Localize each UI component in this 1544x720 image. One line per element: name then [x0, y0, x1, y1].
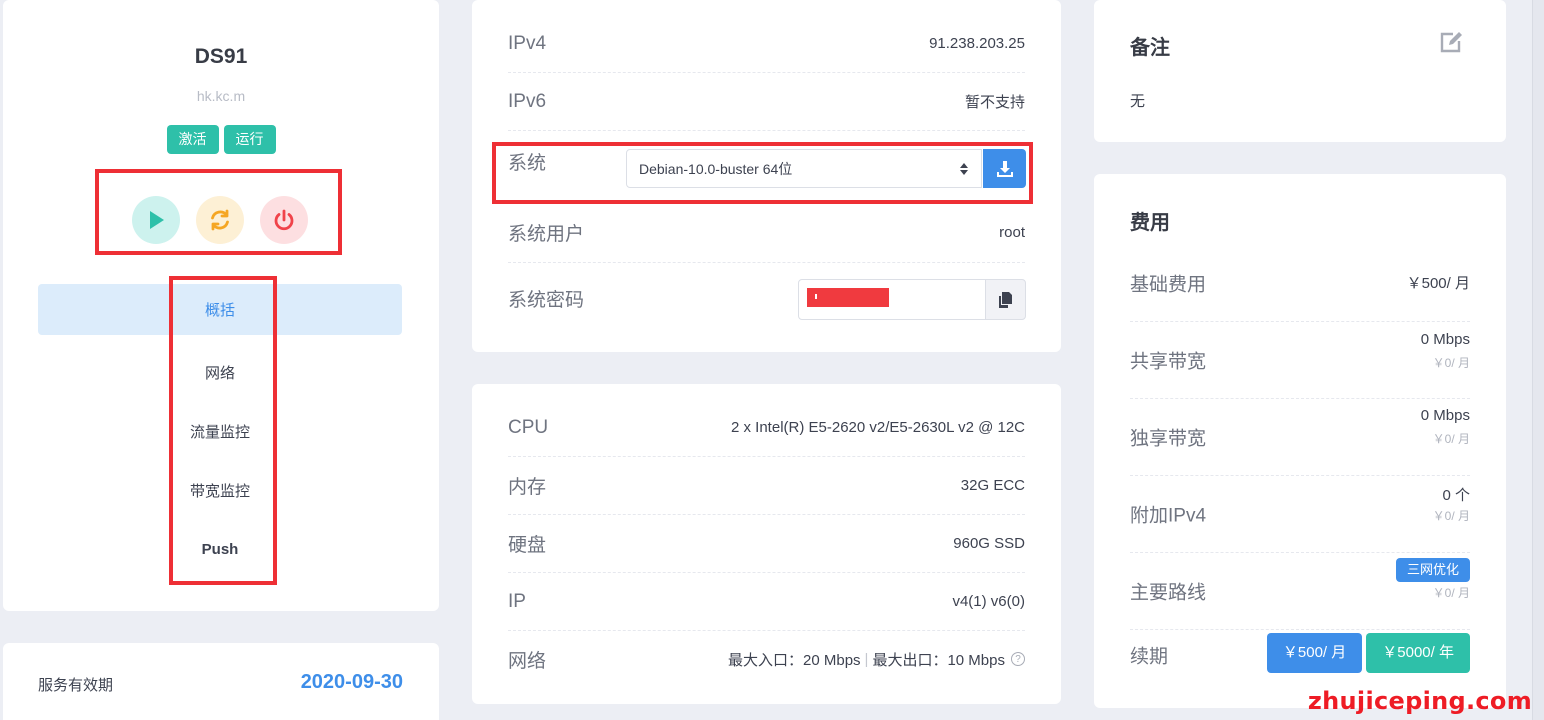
edit-icon[interactable] — [1440, 31, 1464, 53]
copy-password-button[interactable] — [985, 279, 1026, 320]
route-badge: 三网优化 — [1395, 558, 1470, 582]
ip-row: IP v4(1) v6(0) — [508, 573, 1025, 631]
base-fee-label: 基础费用 — [1130, 274, 1207, 296]
renew-label: 续期 — [1130, 646, 1169, 667]
base-fee-value: ￥500/ 月 — [1406, 275, 1470, 292]
status-badges: 激活 运行 — [3, 125, 439, 154]
network-out: 最大出口：10 Mbps — [872, 651, 1005, 669]
route-label: 主要路线 — [1130, 582, 1207, 604]
highlight-menu — [169, 276, 277, 585]
disk-value: 960G SSD — [953, 535, 1025, 552]
highlight-os-select — [492, 142, 1033, 204]
password-field[interactable] — [798, 279, 986, 320]
renew-buttons: ￥500/ 月 ￥5000/ 年 — [1266, 633, 1470, 673]
shared-bandwidth-value: 0 Mbps — [1420, 331, 1470, 348]
dedicated-bandwidth-value: 0 Mbps — [1420, 407, 1470, 424]
shared-bandwidth-row: 共享带宽 0 Mbps ￥0/ 月 — [1130, 322, 1470, 399]
fee-title: 费用 — [1130, 212, 1170, 234]
status-badge-running: 运行 — [223, 125, 276, 154]
network-value: 最大入口：20 Mbps | 最大出口：10 Mbps ? — [728, 649, 1025, 670]
network-label: 网络 — [508, 650, 547, 672]
network-in: 最大入口：20 Mbps — [728, 651, 861, 669]
password-label: 系统密码 — [508, 289, 585, 311]
watermark: zhujiceping.com — [1307, 687, 1532, 715]
server-host: hk.kc.m — [196, 88, 246, 104]
base-fee-row: 基础费用 ￥500/ 月 — [1130, 245, 1470, 322]
expire-date: 2020-09-30 — [300, 671, 403, 693]
hardware-card: CPU 2 x Intel(R) E5-2620 v2/E5-2630L v2 … — [472, 384, 1061, 704]
note-title: 备注 — [1130, 37, 1170, 59]
status-badge-activated: 激活 — [166, 125, 219, 154]
password-redaction — [807, 288, 889, 307]
renew-month-button[interactable]: ￥500/ 月 — [1266, 633, 1363, 673]
note-card: 备注 无 — [1094, 0, 1506, 142]
dedicated-bandwidth-row: 独享带宽 0 Mbps ￥0/ 月 — [1130, 399, 1470, 476]
user-label: 系统用户 — [508, 224, 585, 245]
memory-value: 32G ECC — [960, 477, 1025, 494]
ipv6-label: IPv6 — [508, 90, 547, 112]
route-price: ￥0/ 月 — [1432, 586, 1470, 600]
dedicated-bandwidth-label: 独享带宽 — [1130, 428, 1207, 450]
network-separator: | — [864, 650, 869, 668]
memory-row: 内存 32G ECC — [508, 457, 1025, 515]
ipv6-value: 暂不支持 — [964, 94, 1025, 111]
dedicated-bandwidth-price: ￥0/ 月 — [1432, 432, 1470, 446]
fee-card: 费用 基础费用 ￥500/ 月 共享带宽 0 Mbps ￥0/ 月 独享带宽 0… — [1094, 174, 1506, 708]
server-name: DS91 — [194, 45, 248, 68]
shared-bandwidth-label: 共享带宽 — [1130, 351, 1207, 373]
user-value: root — [999, 224, 1025, 241]
disk-label: 硬盘 — [508, 535, 547, 556]
cpu-label: CPU — [508, 416, 549, 438]
expire-card: 服务有效期 2020-09-30 — [3, 643, 439, 720]
shared-bandwidth-price: ￥0/ 月 — [1432, 356, 1470, 370]
copy-icon — [999, 291, 1012, 308]
user-row: 系统用户 root — [508, 203, 1025, 263]
scrollbar-track[interactable] — [1532, 0, 1544, 720]
ipv4-label: IPv4 — [508, 32, 547, 54]
extra-ipv4-price: ￥0/ 月 — [1432, 509, 1470, 523]
ip-label: IP — [508, 590, 526, 612]
ipv4-row: IPv4 91.238.203.25 — [508, 15, 1025, 73]
highlight-power-controls — [95, 169, 342, 255]
expire-label: 服务有效期 — [38, 677, 114, 694]
memory-label: 内存 — [508, 477, 547, 498]
cpu-row: CPU 2 x Intel(R) E5-2620 v2/E5-2630L v2 … — [508, 399, 1025, 457]
cpu-value: 2 x Intel(R) E5-2620 v2/E5-2630L v2 @ 12… — [731, 419, 1025, 436]
note-text: 无 — [1130, 93, 1146, 110]
extra-ipv4-row: 附加IPv4 0 个 ￥0/ 月 — [1130, 476, 1470, 553]
network-row: 网络 最大入口：20 Mbps | 最大出口：10 Mbps ? — [508, 631, 1025, 687]
disk-row: 硬盘 960G SSD — [508, 515, 1025, 573]
renew-row: 续期 ￥500/ 月 ￥5000/ 年 — [1130, 616, 1470, 693]
extra-ipv4-value: 0 个 — [1442, 487, 1470, 504]
help-icon[interactable]: ? — [1011, 652, 1025, 666]
ip-value: v4(1) v6(0) — [952, 593, 1025, 610]
extra-ipv4-label: 附加IPv4 — [1130, 505, 1207, 527]
ipv4-value: 91.238.203.25 — [929, 35, 1025, 52]
ipv6-row: IPv6 暂不支持 — [508, 73, 1025, 131]
renew-year-button[interactable]: ￥5000/ 年 — [1366, 633, 1470, 673]
